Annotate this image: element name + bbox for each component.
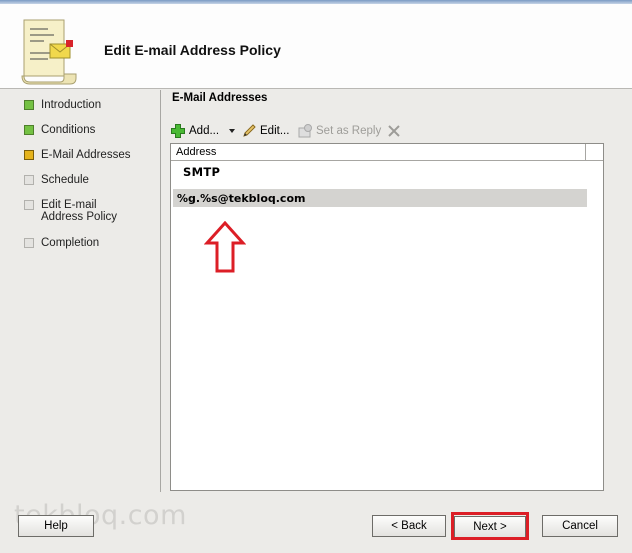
page-title: Edit E-mail Address Policy bbox=[104, 42, 281, 58]
step-edit-policy[interactable]: Edit E-mail Address Policy bbox=[24, 199, 139, 223]
step-label: Completion bbox=[41, 237, 100, 249]
set-as-reply-button[interactable]: Set as Reply bbox=[297, 121, 381, 141]
step-done-icon bbox=[24, 125, 34, 135]
step-label: Edit E-mail Address Policy bbox=[41, 199, 118, 223]
help-button[interactable]: Help bbox=[18, 515, 94, 537]
edit-label: Edit... bbox=[260, 125, 290, 137]
add-plus-icon bbox=[171, 124, 185, 138]
add-dropdown-button[interactable] bbox=[228, 121, 236, 141]
email-address-list[interactable]: Address SMTP %g.%s@tekbloq.com bbox=[170, 143, 604, 491]
step-label: Introduction bbox=[41, 99, 102, 111]
step-label: Conditions bbox=[41, 124, 96, 136]
step-completion[interactable]: Completion bbox=[24, 237, 159, 249]
wizard-header: Edit E-mail Address Policy bbox=[0, 4, 632, 88]
header-divider bbox=[0, 88, 632, 89]
add-button[interactable]: Add... bbox=[170, 121, 219, 141]
step-pending-icon bbox=[24, 200, 34, 210]
add-label: Add... bbox=[189, 125, 220, 137]
list-item[interactable]: %g.%s@tekbloq.com bbox=[173, 189, 587, 207]
chevron-down-icon bbox=[229, 129, 235, 133]
step-conditions[interactable]: Conditions bbox=[24, 124, 159, 136]
column-header-label: Address bbox=[176, 146, 217, 158]
cancel-button[interactable]: Cancel bbox=[542, 515, 618, 537]
back-button[interactable]: < Back bbox=[372, 515, 446, 537]
set-as-reply-label: Set as Reply bbox=[316, 125, 382, 137]
address-text: %g.%s@tekbloq.com bbox=[177, 192, 306, 205]
column-header-address[interactable]: Address bbox=[171, 144, 603, 161]
step-schedule[interactable]: Schedule bbox=[24, 174, 159, 186]
up-arrow-annotation-icon bbox=[204, 221, 246, 273]
set-reply-icon bbox=[298, 124, 312, 138]
step-current-icon bbox=[24, 150, 34, 160]
nav-divider bbox=[160, 90, 161, 492]
next-highlight-box bbox=[451, 512, 529, 540]
wizard-scroll-icon bbox=[21, 19, 77, 85]
remove-button[interactable] bbox=[386, 121, 405, 141]
step-label: Schedule bbox=[41, 174, 89, 186]
pencil-icon bbox=[243, 124, 256, 137]
step-introduction[interactable]: Introduction bbox=[24, 99, 159, 111]
remove-x-icon bbox=[388, 125, 400, 137]
step-email-addresses[interactable]: E-Mail Addresses bbox=[24, 149, 159, 161]
step-pending-icon bbox=[24, 175, 34, 185]
step-done-icon bbox=[24, 100, 34, 110]
group-header-smtp: SMTP bbox=[183, 165, 221, 179]
column-divider[interactable] bbox=[585, 144, 586, 160]
edit-button[interactable]: Edit... bbox=[241, 121, 289, 141]
step-label: E-Mail Addresses bbox=[41, 149, 131, 161]
step-pending-icon bbox=[24, 238, 34, 248]
section-title: E-Mail Addresses bbox=[172, 92, 268, 104]
toolbar: Add... Edit... Set as Reply bbox=[170, 121, 610, 141]
